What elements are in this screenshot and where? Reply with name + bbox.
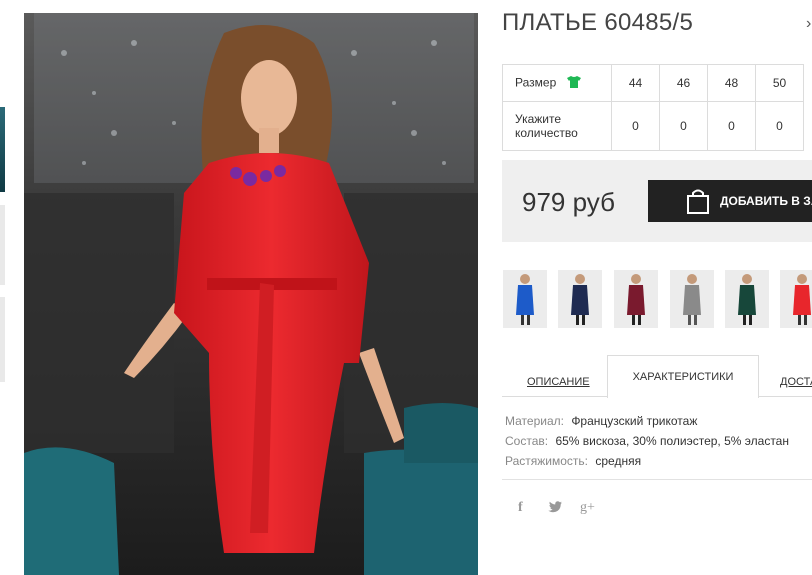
purchase-panel: 979 руб ДОБАВИТЬ В ЗАКАЗ	[502, 160, 812, 242]
qty-input-44[interactable]: 0	[611, 101, 660, 151]
quantity-label: Укажите количество	[502, 101, 612, 151]
spec-stretch: Растяжимость: средняя	[505, 451, 789, 471]
spec-value: Французский трикотаж	[571, 414, 698, 428]
qty-input-46[interactable]: 0	[659, 101, 708, 151]
spec-key: Растяжимость:	[505, 454, 589, 468]
size-46: 46	[659, 64, 708, 102]
tab-description[interactable]: ОПИСАНИЕ	[527, 376, 590, 388]
qty-input-48[interactable]: 0	[707, 101, 756, 151]
size-label: Размер	[515, 75, 557, 90]
qty-input-50[interactable]: 0	[755, 101, 804, 151]
product-title: ПЛАТЬЕ 60485/5	[502, 9, 694, 36]
spec-value: средняя	[595, 454, 642, 468]
spec-composition: Состав: 65% вискоза, 30% полиэстер, 5% э…	[505, 431, 789, 451]
size-chart-shirt-icon[interactable]	[566, 75, 582, 92]
tab-characteristics[interactable]: ХАРАКТЕРИСТИКИ	[607, 355, 759, 398]
variant-thumb-red[interactable]	[780, 270, 812, 328]
spec-value: 65% вискоза, 30% полиэстер, 5% эластан	[555, 434, 789, 448]
product-tabs: ОПИСАНИЕ ХАРАКТЕРИСТИКИ ДОСТАВКА	[502, 355, 812, 398]
google-plus-icon[interactable]: g+	[580, 500, 595, 516]
add-to-order-label: ДОБАВИТЬ В ЗАКАЗ	[720, 194, 812, 208]
size-44: 44	[611, 64, 660, 102]
twitter-icon[interactable]	[548, 500, 562, 516]
facebook-icon[interactable]: f	[518, 500, 523, 516]
add-to-order-button[interactable]: ДОБАВИТЬ В ЗАКАЗ	[648, 180, 812, 222]
shopping-bag-icon	[686, 188, 710, 217]
side-thumbnail-2[interactable]	[0, 205, 5, 285]
tab-divider-right	[759, 396, 812, 397]
variant-thumb-navy[interactable]	[558, 270, 602, 328]
variant-thumb-burgundy[interactable]	[614, 270, 658, 328]
size-48: 48	[707, 64, 756, 102]
size-label-cell: Размер	[502, 64, 612, 102]
tab-delivery[interactable]: ДОСТАВКА	[780, 376, 812, 388]
spec-material: Материал: Французский трикотаж	[505, 411, 789, 431]
spec-list: Материал: Французский трикотаж Состав: 6…	[505, 411, 789, 471]
tab-divider-left	[502, 396, 607, 397]
spec-key: Состав:	[505, 434, 549, 448]
variant-thumb-green[interactable]	[725, 270, 769, 328]
spec-key: Материал:	[505, 414, 564, 428]
variant-thumb-grey[interactable]	[670, 270, 714, 328]
size-table: Размер 44 46 48 50 Укажите количество 0 …	[502, 64, 804, 151]
size-row: Размер 44 46 48 50	[502, 64, 804, 102]
side-thumbnail-1[interactable]	[0, 107, 5, 192]
variant-thumb-blue[interactable]	[503, 270, 547, 328]
quantity-row: Укажите количество 0 0 0 0	[502, 101, 804, 151]
side-thumbnail-3[interactable]	[0, 297, 5, 382]
product-photo	[24, 13, 478, 575]
size-50: 50	[755, 64, 804, 102]
next-arrow-icon[interactable]: ›	[806, 15, 811, 33]
price: 979 руб	[522, 187, 615, 217]
dress-photo-illustration	[24, 13, 478, 575]
divider	[502, 479, 812, 480]
